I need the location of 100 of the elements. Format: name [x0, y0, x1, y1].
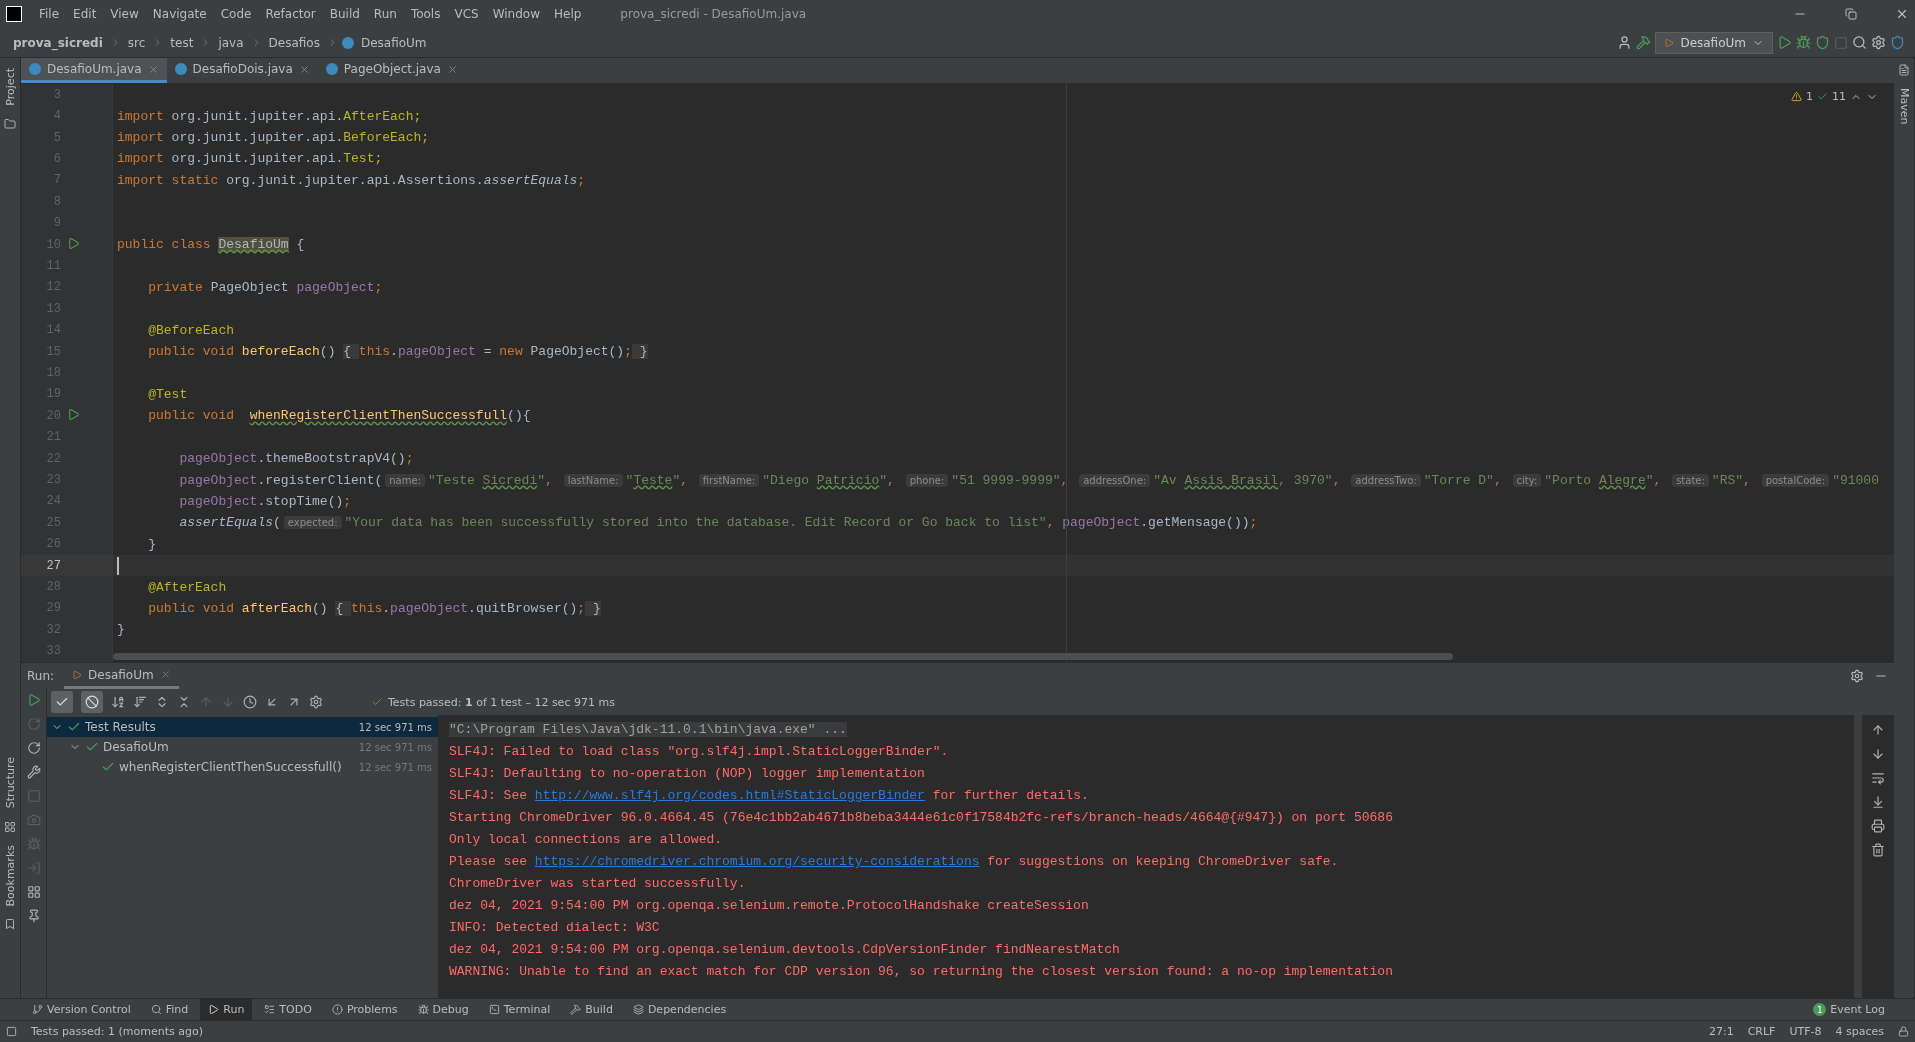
structure-icon[interactable]: [4, 820, 16, 833]
tool-window-button[interactable]: Version Control: [24, 998, 139, 1021]
editor-tab[interactable]: PageObject.java: [317, 58, 466, 83]
status-item[interactable]: UTF-8: [1789, 1025, 1822, 1038]
menu-item[interactable]: Help: [549, 7, 587, 21]
layout-icon[interactable]: [26, 885, 41, 899]
breadcrumb[interactable]: src: [124, 35, 149, 50]
tool-window-button[interactable]: Problems: [323, 998, 406, 1021]
test-name: DesafioUm: [103, 740, 170, 754]
scrollbar[interactable]: [113, 653, 1453, 660]
run-icon[interactable]: [1777, 35, 1792, 50]
menu-item[interactable]: Window: [487, 7, 545, 21]
console-link[interactable]: http://www.slf4j.org/codes.html#StaticLoggerBinder: [534, 788, 925, 803]
run-test-icon[interactable]: [66, 236, 80, 250]
breadcrumb[interactable]: java: [215, 35, 247, 50]
breadcrumb[interactable]: Desafios: [265, 35, 323, 50]
code-line: pageObject.registerClient( name: "Teste Sicredi", lastName: "Teste", firstName: "Diego Patricio", phone: "51 9999-9999", addressOne: "Av Assis Brasil, 3970", addressTwo: "Torre D", city: "Porto Alegre", state: "RS", postalCode: "91000: [178, 472, 1879, 488]
debug-icon[interactable]: [1796, 35, 1811, 50]
panel-label: Run:: [27, 669, 55, 683]
close-icon[interactable]: [446, 63, 458, 75]
terminal-icon: [488, 1004, 500, 1015]
code-line: public void beforeEach() { this.pageObject = new PageObject(); }: [147, 344, 648, 360]
weak-warning-count[interactable]: 11: [1832, 90, 1846, 103]
lock-icon[interactable]: [1898, 1026, 1909, 1037]
tool-window-button[interactable]: Terminal: [480, 998, 559, 1021]
breadcrumb[interactable]: prova_sicredi: [10, 35, 106, 50]
settings-icon[interactable]: [1850, 669, 1864, 683]
tool-window-tab[interactable]: Structure: [3, 753, 17, 813]
rerun-icon[interactable]: [26, 693, 41, 707]
menu-item[interactable]: File: [34, 7, 65, 21]
restore-icon[interactable]: [1845, 8, 1857, 20]
collapse-all-icon[interactable]: [177, 695, 191, 709]
console-line: SLF4J: Failed to load class "org.slf4j.impl.StaticLoggerBinder".: [449, 744, 949, 759]
tool-window-tab[interactable]: Maven: [1897, 84, 1911, 129]
bookmark-icon[interactable]: [4, 918, 16, 930]
menu-item[interactable]: Code: [215, 7, 257, 21]
tree-row[interactable]: DesafioUm 12 sec 971 ms: [47, 737, 438, 757]
panel-icon[interactable]: [6, 1026, 17, 1037]
hammer-icon: [570, 1004, 582, 1015]
menu-item[interactable]: Navigate: [147, 7, 212, 21]
check-icon: [1817, 91, 1828, 102]
editor-tab[interactable]: DesafioUm.java: [21, 58, 167, 83]
menu-item[interactable]: View: [105, 7, 144, 21]
tool-window-button[interactable]: Build: [562, 998, 621, 1021]
test-duration: 12 sec 971 ms: [358, 721, 432, 733]
arrow-up-icon[interactable]: [1871, 723, 1885, 737]
tool-window-button[interactable]: Debug: [409, 998, 477, 1021]
sort-duration-icon[interactable]: [133, 695, 147, 709]
window-title: prova_sicredi - DesafioUm.java: [620, 7, 808, 21]
pin-icon[interactable]: [26, 909, 41, 923]
menu-item[interactable]: Refactor: [260, 7, 321, 21]
menu-item[interactable]: Tools: [405, 7, 446, 21]
tool-window-button[interactable]: Run: [200, 998, 253, 1021]
console-line: Starting ChromeDriver 96.0.4664.45 (76e4c1bb2ab4671b8beba3444e61c0f17584b2fc-refs/branch-heads/4664@{#947}) on port 50686: [449, 810, 1393, 825]
history-icon[interactable]: [243, 695, 257, 709]
breadcrumb[interactable]: DesafioUm: [357, 35, 430, 50]
show-passed-button[interactable]: [51, 691, 73, 713]
menu-item[interactable]: Run: [368, 7, 402, 21]
code-line: public class DesafioUm {: [117, 237, 305, 253]
test-class-icon: [72, 669, 83, 680]
run-test-icon[interactable]: [66, 407, 80, 421]
close-icon[interactable]: [298, 63, 310, 75]
menu-item[interactable]: Edit: [68, 7, 102, 21]
tool-window-button[interactable]: Dependencies: [624, 998, 735, 1021]
toggle-auto-test-icon[interactable]: [26, 741, 41, 755]
tool-window-tab[interactable]: Project: [3, 64, 17, 110]
tree-row[interactable]: Test Results 12 sec 971 ms: [47, 717, 438, 737]
wrench-icon[interactable]: [26, 765, 41, 779]
status-item[interactable]: 27:1: [1708, 1025, 1734, 1038]
play-icon: [208, 1004, 220, 1015]
menu-item[interactable]: Build: [324, 7, 365, 21]
warning-count[interactable]: 1: [1806, 90, 1813, 103]
tree-row[interactable]: whenRegisterClientThenSuccessfull() 12 sec 971 ms: [47, 757, 438, 777]
trash-icon[interactable]: [1871, 843, 1885, 857]
tool-window-tab[interactable]: Bookmarks: [3, 840, 17, 910]
close-icon[interactable]: [1895, 7, 1909, 21]
editor-tab[interactable]: DesafioDois.java: [166, 58, 318, 83]
wrap-icon[interactable]: [1871, 771, 1885, 785]
print-icon[interactable]: [1871, 819, 1885, 833]
menu-item[interactable]: VCS: [449, 7, 484, 21]
console-link[interactable]: https://chromedriver.chromium.org/security-considerations: [534, 854, 980, 869]
settings-icon[interactable]: [309, 695, 323, 709]
scroll-to-end-icon[interactable]: [1871, 795, 1885, 809]
settings-icon[interactable]: [1871, 35, 1886, 50]
run-tab[interactable]: DesafioUm: [64, 663, 179, 689]
status-item[interactable]: 4 spaces: [1835, 1025, 1884, 1038]
show-ignored-button[interactable]: [81, 691, 103, 713]
tool-window-button[interactable]: Find: [142, 998, 197, 1021]
folder-icon[interactable]: [4, 117, 16, 130]
sort-alpha-icon[interactable]: [111, 695, 125, 709]
user-icon[interactable]: [1617, 35, 1633, 50]
hammer-icon[interactable]: [1636, 35, 1652, 50]
arrow-down-icon[interactable]: [1871, 747, 1885, 761]
event-log-button[interactable]: 1 Event Log: [1807, 1002, 1891, 1017]
status-item[interactable]: CRLF: [1747, 1025, 1776, 1038]
breadcrumb[interactable]: test: [167, 35, 197, 50]
search-icon[interactable]: [1852, 35, 1867, 50]
line-number: 27: [45, 558, 61, 573]
run-configuration-dropdown[interactable]: DesafioUm: [1655, 31, 1773, 54]
tool-window-button[interactable]: TODO: [256, 998, 320, 1021]
